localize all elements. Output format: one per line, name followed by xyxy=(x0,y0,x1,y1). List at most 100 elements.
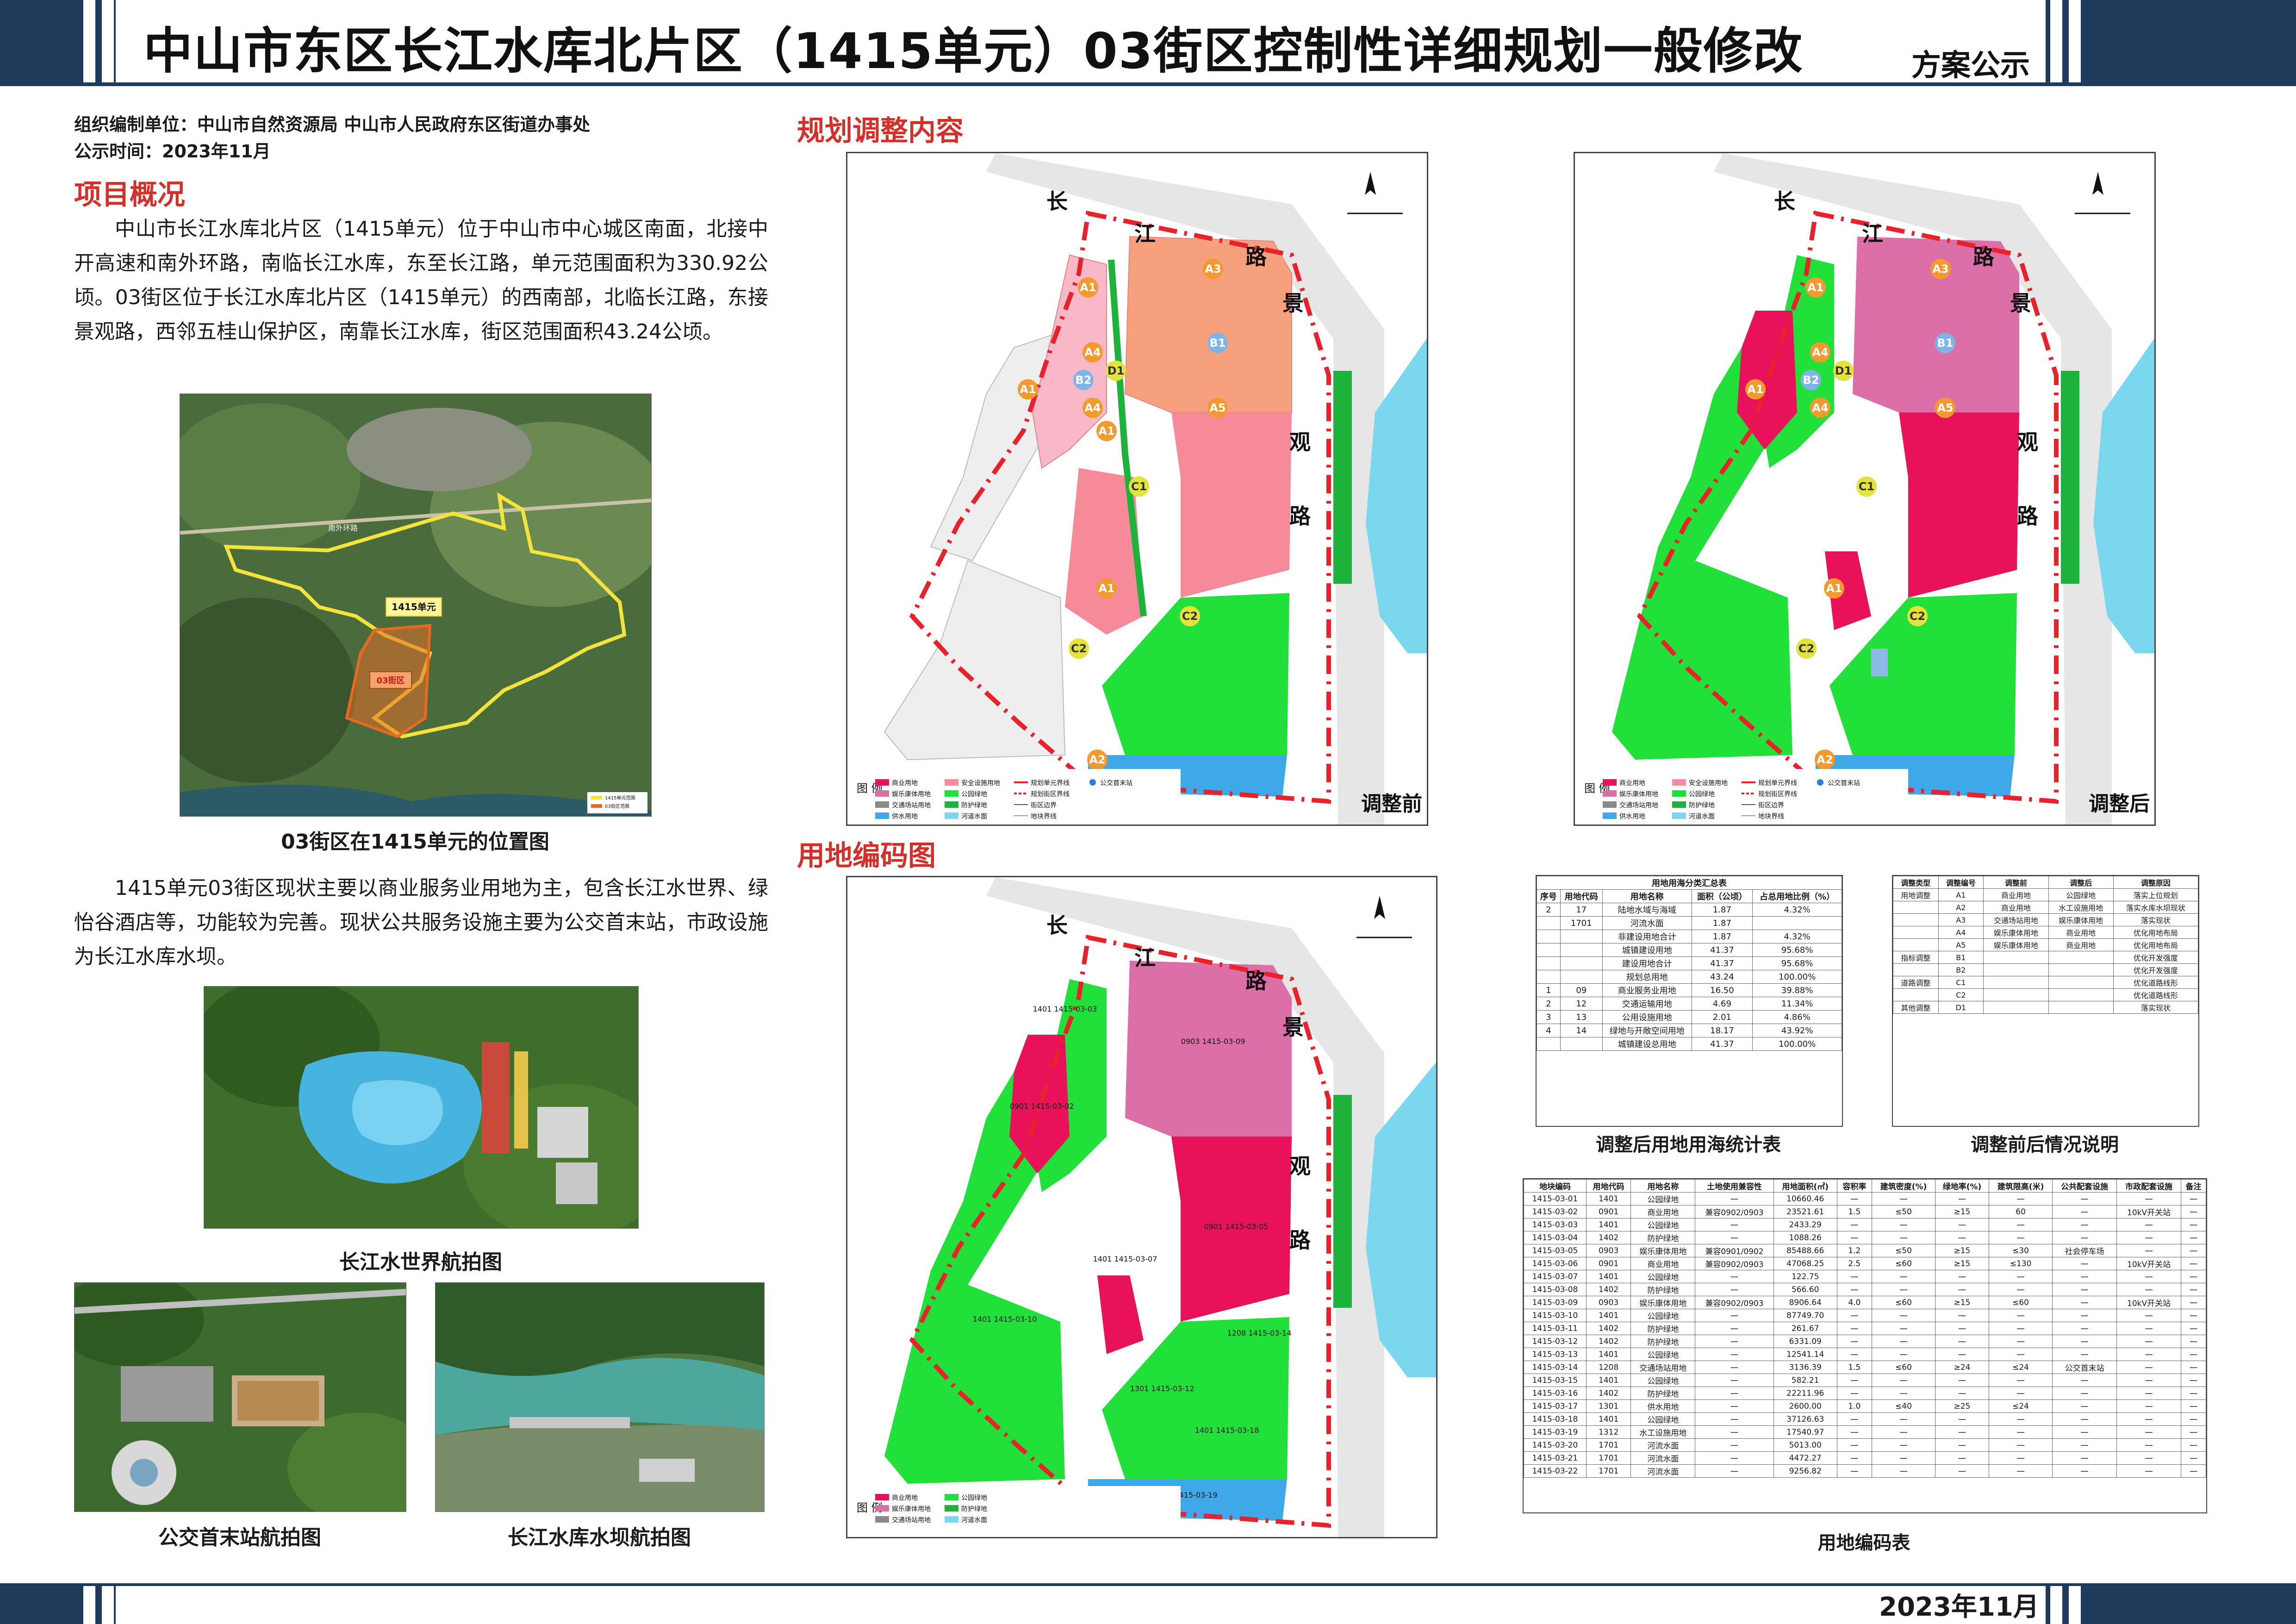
table-header-cell: 地块编码 xyxy=(1524,1179,1587,1193)
table-cell: 供水用地 xyxy=(1630,1399,1696,1413)
table-cell xyxy=(1560,1037,1603,1051)
table-cell: 0901 xyxy=(1586,1257,1631,1270)
table-cell xyxy=(1893,988,1939,1001)
table-cell: 11.34% xyxy=(1752,997,1842,1011)
adjust-label: A3 xyxy=(1932,262,1948,275)
table-row: 4 14 绿地与开敞空间用地 18.17 43.92% xyxy=(1537,1024,1842,1037)
table-cell: 防护绿地 xyxy=(1630,1335,1696,1348)
header-stripe xyxy=(102,0,114,82)
table-cell: 一 xyxy=(2052,1231,2117,1244)
table-cell: 1.87 xyxy=(1691,930,1753,943)
table-cell: 一 xyxy=(1695,1283,1774,1296)
org-info: 组织编制单位：中山市自然资源局 中山市人民政府东区街道办事处 xyxy=(74,114,591,135)
adjust-label: A1 xyxy=(1826,582,1842,595)
table-cell: 一 xyxy=(1988,1425,2053,1439)
road-char: 观 xyxy=(2017,430,2038,455)
table-cell: 一 xyxy=(1935,1348,1989,1361)
table-cell: 43.24 xyxy=(1691,970,1753,984)
table-cell: 一 xyxy=(1935,1309,1989,1322)
table-cell: 1.87 xyxy=(1691,916,1753,930)
table-cell: 1088.26 xyxy=(1773,1231,1837,1244)
table-cell: 1401 xyxy=(1586,1348,1631,1361)
adjust-label: B2 xyxy=(1076,374,1092,387)
table-row: A3 交通场站用地 娱乐康体用地 落实现状 xyxy=(1893,913,2198,926)
map-before: 长 江 路 景 观 路 A1 A1 A1 A1 A2 A3 A4 A4 A5 B… xyxy=(846,152,1428,826)
table-cell: 4.69 xyxy=(1691,997,1753,1011)
table-cell: 商业用地 xyxy=(1983,888,2049,901)
table-row: 1415-03-10 1401 公园绿地一 87749.70 一一一一一一一 xyxy=(1524,1309,2206,1322)
adjust-label: A1 xyxy=(1098,582,1114,595)
legend-item: 防护绿地 xyxy=(1689,802,1715,809)
table-row: 用地调整 A1 商业用地 公园绿地 落实上位规划 xyxy=(1893,888,2198,901)
table-cell: 5013.00 xyxy=(1773,1438,1837,1452)
table-cell xyxy=(1537,970,1561,984)
map-after: 长 江 路 景 观 路 A1 A1 A1 A2 A3 A4 A4 A5 B1 B… xyxy=(1574,152,2156,826)
table-cell: 一 xyxy=(2181,1425,2206,1439)
table-cell: 1415-03-10 xyxy=(1524,1309,1587,1322)
table-cell: 其他调整 xyxy=(1893,1001,1939,1014)
table-cell: 一 xyxy=(2116,1399,2182,1413)
legend-item: 公交首末站 xyxy=(1100,779,1132,787)
table-cell: 一 xyxy=(2181,1257,2206,1270)
table-cell: 一 xyxy=(1871,1335,1936,1348)
table-cell: 一 xyxy=(2181,1374,2206,1387)
table-cell: 3136.39 xyxy=(1773,1361,1837,1374)
road-char: 江 xyxy=(1862,221,1883,246)
table-cell: 1208 xyxy=(1586,1361,1631,1374)
adjust-label: C2 xyxy=(1798,642,1814,655)
table-cell: 一 xyxy=(2181,1192,2206,1206)
overview-paragraph: 中山市长江水库北片区（1415单元）位于中山市中心城区南面，北接中开高速和南外环… xyxy=(74,217,768,344)
table-cell: ≤60 xyxy=(1871,1361,1936,1374)
table-cell: 16.50 xyxy=(1691,983,1753,997)
table-cell xyxy=(1983,988,2049,1001)
table-cell: 一 xyxy=(2116,1244,2182,1257)
table-cell: 商业用地 xyxy=(1630,1205,1696,1218)
adjust-label: A1 xyxy=(1807,281,1823,294)
table-cell: 一 xyxy=(1836,1322,1872,1335)
table-cell: 1312 xyxy=(1586,1425,1631,1439)
table-cell: 4472.27 xyxy=(1773,1451,1837,1465)
table-cell: 一 xyxy=(1695,1335,1774,1348)
table-cell: 建设用地合计 xyxy=(1602,956,1692,970)
table-cell: 一 xyxy=(1988,1335,2053,1348)
table-cell: 1415-03-15 xyxy=(1524,1374,1587,1387)
table-cell: 一 xyxy=(2052,1296,2117,1309)
code-table: 地块编码 用地代码 用地名称 土地使用兼容性 用地面积(㎡) 容积率 建筑密度(%) 绿地率(… xyxy=(1523,1178,2207,1513)
legend-item: 交通场站用地 xyxy=(1619,801,1658,809)
table-cell: 一 xyxy=(1935,1425,1989,1439)
plot-code-label: 1401 1415-03-07 xyxy=(1093,1255,1157,1263)
table-cell: 一 xyxy=(1695,1192,1774,1206)
adjust-label: C2 xyxy=(1910,610,1925,623)
header-stripe xyxy=(2069,0,2081,82)
table-cell: 一 xyxy=(1871,1270,1936,1283)
table-cell: 河流水面 xyxy=(1630,1464,1696,1478)
table-cell: 一 xyxy=(1871,1348,1936,1361)
table-cell: 一 xyxy=(1695,1231,1774,1244)
table-cell: 一 xyxy=(2116,1451,2182,1465)
adjust-label: A1 xyxy=(1747,383,1763,396)
table-cell: 公园绿地 xyxy=(1630,1412,1696,1426)
table-cell: 一 xyxy=(1988,1231,2053,1244)
table-cell xyxy=(1983,963,2049,976)
table-cell: 一 xyxy=(2052,1451,2117,1465)
table-cell: ≥24 xyxy=(1935,1361,1989,1374)
table-cell: 优化开发强度 xyxy=(2113,951,2198,964)
table-header-cell: 调整原因 xyxy=(2113,876,2198,889)
table-cell: 一 xyxy=(2052,1348,2117,1361)
table-cell: 一 xyxy=(1836,1270,1872,1283)
table-cell: 一 xyxy=(1836,1451,1872,1465)
table-cell: 2 xyxy=(1537,903,1561,917)
table-cell: 一 xyxy=(2116,1348,2182,1361)
table-header-cell: 市政配套设施 xyxy=(2116,1179,2182,1193)
table-cell: 优化道路线形 xyxy=(2113,976,2198,989)
table-cell: 一 xyxy=(1836,1387,1872,1400)
overview-title: 项目概况 xyxy=(74,179,185,211)
table-cell: 商业用地 xyxy=(2048,926,2114,939)
table-cell: 一 xyxy=(1836,1374,1872,1387)
table-cell: 公园绿地 xyxy=(2048,888,2114,901)
table-cell: 一 xyxy=(1988,1270,2053,1283)
adjust-label: A1 xyxy=(1080,281,1096,294)
table-cell: 一 xyxy=(2181,1438,2206,1452)
table-cell: 一 xyxy=(2116,1231,2182,1244)
adjust-label: D1 xyxy=(1835,364,1852,377)
